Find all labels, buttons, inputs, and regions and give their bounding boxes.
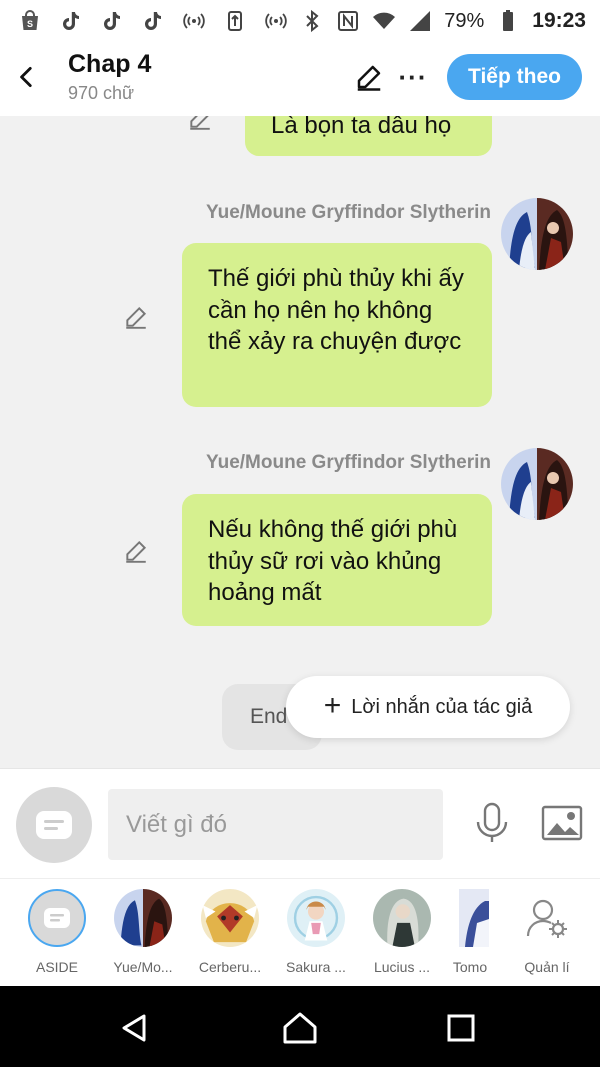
- edit-message-button[interactable]: [122, 303, 150, 331]
- chat-area[interactable]: Là bọn ta dâu họ Yue/Moune Gryffindor Sl…: [0, 116, 600, 768]
- character-label: ASIDE: [35, 959, 78, 975]
- nav-home-button[interactable]: [282, 1010, 318, 1046]
- message-input[interactable]: Viết gì đó: [108, 789, 443, 860]
- triangle-back-icon: [122, 1014, 146, 1042]
- battery-icon: [496, 9, 520, 33]
- avatar[interactable]: [501, 198, 573, 270]
- page-title: Chap 4: [68, 50, 152, 78]
- composer-bar: Viết gì đó: [0, 768, 600, 878]
- more-options-button[interactable]: ···: [398, 60, 428, 94]
- chevron-left-icon: [20, 66, 32, 88]
- pencil-icon: [126, 306, 147, 329]
- character-aside[interactable]: ASIDE: [17, 889, 97, 975]
- word-count: 970 chữ: [68, 83, 135, 103]
- message-text: Nếu không thế giới phù thủy sữ rơi vào k…: [208, 516, 458, 606]
- next-chapter-button[interactable]: Tiếp theo: [447, 54, 582, 100]
- edit-message-button[interactable]: [122, 537, 150, 565]
- pencil-icon: [357, 65, 381, 91]
- message-bubble[interactable]: Nếu không thế giới phù thủy sữ rơi vào k…: [182, 494, 492, 626]
- user-settings-icon: [518, 889, 576, 947]
- message-text: Thế giới phù thủy khi ấy cần họ nên họ k…: [208, 265, 464, 355]
- sender-name: Yue/Moune Gryffindor Slytherin: [205, 202, 491, 223]
- image-icon: [541, 805, 583, 841]
- character-label: Quản lí: [524, 959, 570, 975]
- end-label: End: [250, 705, 288, 728]
- message-icon: [36, 811, 72, 839]
- nav-recents-button[interactable]: [443, 1010, 479, 1046]
- character-label: Tomo: [452, 959, 488, 975]
- edit-chapter-button[interactable]: [352, 60, 386, 94]
- nfc-icon: [336, 9, 360, 33]
- author-note-button[interactable]: + Lời nhắn của tác giả: [286, 676, 570, 738]
- plus-icon: +: [323, 688, 342, 722]
- avatar: [459, 889, 489, 947]
- hotspot-icon: [182, 9, 206, 33]
- avatar: [114, 889, 172, 947]
- battery-percent: 79%: [444, 9, 485, 32]
- shopee-icon: S: [18, 9, 42, 33]
- more-horizontal-icon: ···: [398, 61, 428, 92]
- message-text: Là bọn ta dâu họ: [271, 116, 452, 139]
- chapter-header: Chap 4 970 chữ ··· Tiếp theo: [0, 42, 600, 116]
- avatar: [373, 889, 431, 947]
- data-saver-icon: [223, 9, 247, 33]
- status-bar: S 79% 19:23: [0, 0, 600, 42]
- manage-characters-button[interactable]: Quản lí: [507, 889, 587, 975]
- home-icon: [283, 1012, 317, 1044]
- hotspot-icon: [264, 9, 288, 33]
- avatar: [201, 889, 259, 947]
- character-label: Sakura ...: [286, 959, 346, 975]
- nav-back-button[interactable]: [116, 1010, 152, 1046]
- wifi-icon: [372, 9, 396, 33]
- svg-text:S: S: [27, 19, 33, 29]
- square-recents-icon: [447, 1014, 475, 1042]
- pencil-icon: [126, 540, 147, 563]
- sender-name: Yue/Moune Gryffindor Slytherin: [205, 452, 491, 473]
- insert-image-button[interactable]: [540, 803, 584, 843]
- aside-icon: [28, 889, 86, 947]
- character-bar: ASIDE Yue/Mo... Cerberu... Sakura ... Lu…: [0, 878, 600, 986]
- microphone-icon: [476, 802, 508, 842]
- pencil-icon: [190, 116, 210, 130]
- character-cerberus[interactable]: Cerberu...: [190, 889, 270, 975]
- avatar[interactable]: [501, 448, 573, 520]
- edit-message-button[interactable]: [186, 116, 214, 132]
- message-bubble[interactable]: Thế giới phù thủy khi ấy cần họ nên họ k…: [182, 243, 492, 407]
- microphone-button[interactable]: [472, 801, 512, 847]
- clock: 19:23: [532, 9, 586, 32]
- character-yue[interactable]: Yue/Mo...: [103, 889, 183, 975]
- bluetooth-icon: [300, 9, 324, 33]
- aside-toggle-button[interactable]: [16, 787, 92, 863]
- back-button[interactable]: [12, 62, 42, 92]
- message-bubble[interactable]: Là bọn ta dâu họ: [245, 116, 492, 156]
- character-label: Lucius ...: [373, 959, 431, 975]
- character-sakura[interactable]: Sakura ...: [276, 889, 356, 975]
- character-label: Cerberu...: [198, 959, 262, 975]
- character-lucius[interactable]: Lucius ...: [362, 889, 442, 975]
- tiktok-icon: [141, 9, 165, 33]
- avatar: [287, 889, 345, 947]
- signal-icon: [408, 9, 432, 33]
- author-note-label: Lời nhắn của tác giả: [351, 695, 533, 718]
- tiktok-icon: [100, 9, 124, 33]
- title-block: Chap 4 970 chữ: [68, 50, 151, 104]
- character-label: Yue/Mo...: [113, 959, 173, 975]
- character-tomo[interactable]: Tomo: [435, 889, 505, 975]
- system-nav-bar: [0, 986, 600, 1067]
- tiktok-icon: [59, 9, 83, 33]
